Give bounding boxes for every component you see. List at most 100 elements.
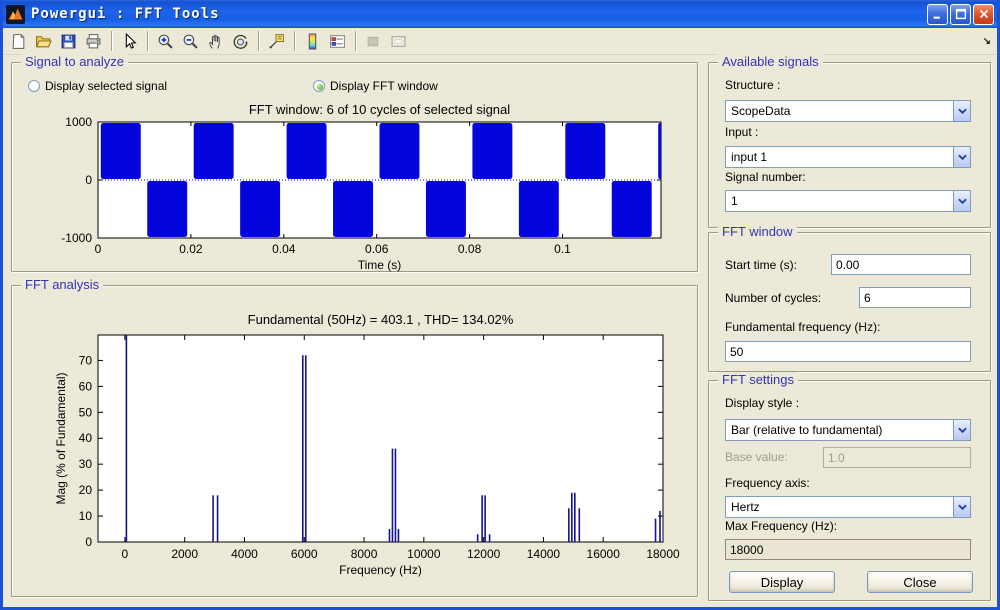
zoom-in-icon [157, 33, 174, 50]
frequency-axis-label: Frequency axis: [725, 476, 810, 490]
property-editor-icon [390, 33, 407, 50]
chevron-down-icon [953, 101, 970, 121]
new-file-button[interactable] [7, 30, 30, 52]
structure-select[interactable]: ScopeData [725, 100, 971, 122]
zoom-out-icon [182, 33, 199, 50]
display-selected-signal-radio[interactable]: Display selected signal [28, 79, 167, 93]
available-signals-legend: Available signals [718, 54, 823, 69]
number-of-cycles-input[interactable] [859, 287, 971, 308]
svg-text:2000: 2000 [171, 547, 198, 561]
svg-text:Frequency (Hz): Frequency (Hz) [339, 563, 422, 577]
chevron-down-icon [953, 147, 970, 167]
number-of-cycles-label: Number of cycles: [725, 291, 821, 305]
window-title: Powergui : FFT Tools [31, 6, 921, 22]
display-style-value: Bar (relative to fundamental) [726, 420, 953, 440]
property-editor-button [387, 30, 410, 52]
colorbar-icon [304, 33, 321, 50]
fft-analysis-legend: FFT analysis [21, 277, 103, 292]
print-button[interactable] [82, 30, 105, 52]
open-folder-icon [35, 33, 52, 50]
toolbar-separator [258, 31, 259, 51]
maximize-button[interactable] [950, 4, 971, 25]
fundamental-frequency-label: Fundamental frequency (Hz): [725, 320, 880, 334]
svg-text:8000: 8000 [351, 547, 378, 561]
window-controls [927, 4, 994, 25]
svg-text:-1000: -1000 [61, 231, 92, 245]
svg-text:0.08: 0.08 [458, 242, 482, 256]
signal-number-label: Signal number: [725, 170, 806, 184]
svg-text:40: 40 [79, 431, 93, 445]
radio-circle-icon [313, 80, 325, 92]
svg-text:1000: 1000 [65, 115, 92, 129]
svg-text:60: 60 [79, 379, 93, 393]
max-frequency-label: Max Frequency (Hz): [725, 519, 837, 533]
title-bar: Powergui : FFT Tools [0, 0, 1000, 28]
svg-text:50: 50 [79, 405, 93, 419]
minimize-button[interactable] [927, 4, 948, 25]
fft-window-legend: FFT window [718, 224, 797, 239]
structure-label: Structure : [725, 78, 780, 92]
input-label: Input : [725, 125, 758, 139]
svg-text:0.02: 0.02 [179, 242, 203, 256]
display-style-label: Display style : [725, 396, 799, 410]
zoom-in-button[interactable] [154, 30, 177, 52]
save-button[interactable] [57, 30, 80, 52]
zoom-out-button[interactable] [179, 30, 202, 52]
printer-icon [85, 33, 102, 50]
maximize-icon [954, 7, 968, 21]
toolbar-overflow-arrow[interactable]: ↘ [983, 36, 991, 47]
display-style-select[interactable]: Bar (relative to fundamental) [725, 419, 971, 441]
display-button[interactable]: Display [729, 571, 835, 593]
toolbar: ↘ [3, 28, 997, 55]
pan-button[interactable] [204, 30, 227, 52]
display-fft-window-radio[interactable]: Display FFT window [313, 79, 438, 93]
open-file-button[interactable] [32, 30, 55, 52]
toolbar-separator [355, 31, 356, 51]
plot-browser-icon [365, 33, 382, 50]
signal-to-analyze-legend: Signal to analyze [21, 54, 128, 69]
data-cursor-icon [268, 33, 285, 50]
svg-text:70: 70 [79, 353, 93, 367]
start-time-label: Start time (s): [725, 258, 797, 272]
svg-text:Time (s): Time (s) [358, 258, 402, 272]
max-frequency-input[interactable] [725, 539, 971, 560]
matlab-icon [6, 5, 25, 24]
toolbar-separator [294, 31, 295, 51]
toolbar-separator [111, 31, 112, 51]
svg-text:0.1: 0.1 [554, 242, 571, 256]
start-time-input[interactable] [831, 254, 971, 275]
svg-text:0: 0 [85, 535, 92, 549]
svg-text:10: 10 [79, 509, 93, 523]
close-button[interactable] [973, 4, 994, 25]
data-cursor-button[interactable] [265, 30, 288, 52]
pointer-tool-button[interactable] [118, 30, 141, 52]
base-value-input [823, 447, 971, 468]
insert-legend-button[interactable] [326, 30, 349, 52]
arrow-cursor-icon [121, 33, 138, 50]
frequency-axis-select[interactable]: Hertz [725, 496, 971, 518]
radio-label: Display FFT window [330, 79, 438, 93]
insert-colorbar-button[interactable] [301, 30, 324, 52]
close-action-button[interactable]: Close [867, 571, 973, 593]
svg-text:10000: 10000 [407, 547, 441, 561]
save-floppy-icon [60, 33, 77, 50]
input-select[interactable]: input 1 [725, 146, 971, 168]
svg-text:0.06: 0.06 [365, 242, 389, 256]
plot-browser-button [362, 30, 385, 52]
radio-label: Display selected signal [45, 79, 167, 93]
rotate-3d-button[interactable] [229, 30, 252, 52]
frequency-axis-value: Hertz [726, 497, 953, 517]
minimize-icon [931, 7, 945, 21]
radio-circle-icon [28, 80, 40, 92]
svg-text:30: 30 [79, 457, 93, 471]
signal-number-select[interactable]: 1 [725, 190, 971, 212]
fft-spectrum-chart: 0200040006000800010000120001400016000180… [13, 300, 693, 592]
svg-text:0: 0 [95, 242, 102, 256]
pan-hand-icon [207, 33, 224, 50]
svg-text:0: 0 [85, 173, 92, 187]
svg-text:18000: 18000 [646, 547, 680, 561]
chevron-down-icon [953, 191, 970, 211]
fundamental-frequency-input[interactable] [725, 341, 971, 362]
fft-settings-legend: FFT settings [718, 372, 798, 387]
toolbar-separator [147, 31, 148, 51]
